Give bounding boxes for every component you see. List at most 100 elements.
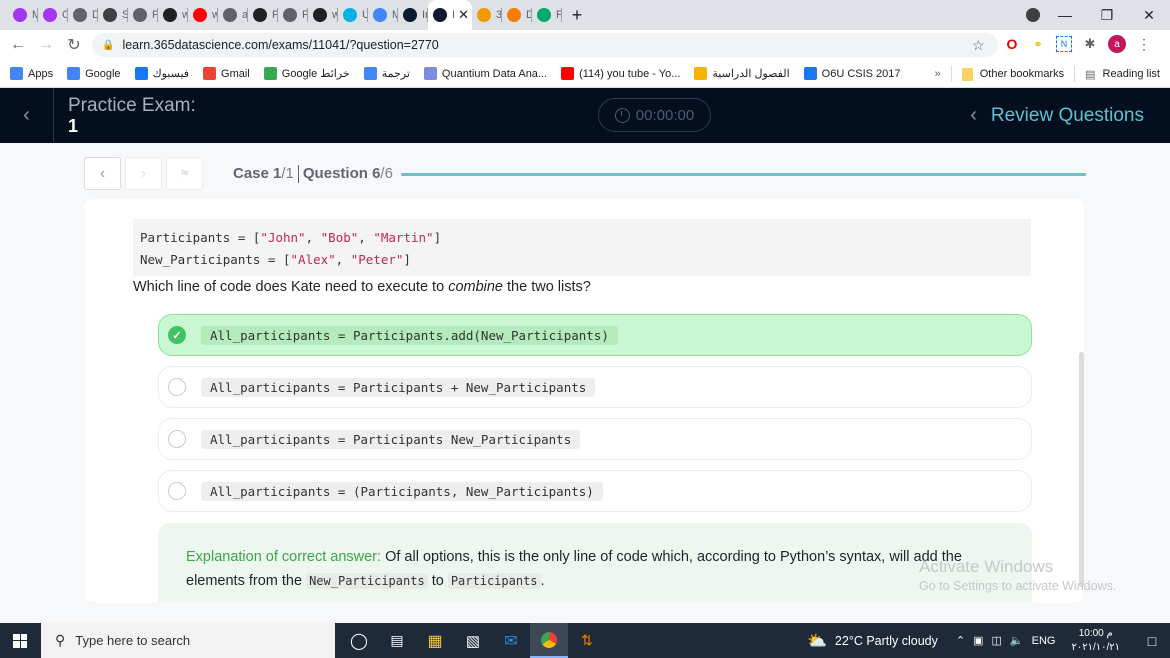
browser-tab[interactable]: Mic <box>368 0 398 30</box>
forward-arrow-icon[interactable]: → <box>32 36 60 54</box>
apps-grid-icon <box>10 67 23 80</box>
content-scrollbar[interactable] <box>1079 352 1084 587</box>
bookmark-star-icon[interactable]: ☆ <box>972 37 985 54</box>
reload-icon[interactable]: ↻ <box>60 35 88 55</box>
bookmark-item[interactable]: فيسبوك <box>134 67 189 80</box>
chevron-up-icon[interactable]: ⌃ <box>956 634 965 647</box>
new-tab-button[interactable]: + <box>562 5 592 26</box>
answer-option[interactable]: ✓ All_participants = Participants.add(New… <box>158 314 1032 356</box>
stopwatch-icon <box>614 107 630 123</box>
bookmark-label: Gmail <box>221 67 250 80</box>
task-view-icon[interactable]: ▤ <box>378 623 416 658</box>
back-chevron-button[interactable]: ‹ <box>0 88 54 143</box>
browser-tab[interactable]: wes <box>158 0 188 30</box>
answer-option[interactable]: All_participants = (Participants, New_Pa… <box>158 470 1032 512</box>
browser-tab[interactable]: Pyth <box>128 0 158 30</box>
back-arrow-icon[interactable]: ← <box>4 36 32 54</box>
restore-icon[interactable]: ❐ <box>1086 7 1128 24</box>
browser-tab[interactable]: Scra <box>98 0 128 30</box>
more-menu-icon[interactable]: ⋮ <box>1136 36 1152 52</box>
browser-tab[interactable]: Pac <box>248 0 278 30</box>
close-window-icon[interactable]: ✕ <box>1128 7 1170 24</box>
battery-icon[interactable]: ▣ <box>973 634 983 647</box>
opera-icon[interactable]: O <box>1004 36 1020 52</box>
mail-icon[interactable]: ✉ <box>492 623 530 658</box>
bookmark-item[interactable]: Gmail <box>203 67 250 80</box>
bookmark-item[interactable]: ترجمة <box>363 67 410 80</box>
flag-question-button[interactable]: ⚑ <box>166 157 203 190</box>
bookmark-item[interactable]: Apps <box>10 67 53 80</box>
code-token: Participants = [ <box>140 230 261 245</box>
question-total: /6 <box>380 165 393 182</box>
browser-tab[interactable]: Pyth <box>278 0 308 30</box>
option-code: All_participants = Participants New_Part… <box>201 429 581 449</box>
explanation-box: Explanation of correct answer: Of all op… <box>158 523 1032 602</box>
clock[interactable]: 10:00 م ٢٠٢١/١٠/٢١ <box>1071 627 1120 655</box>
n-extension-icon[interactable]: N <box>1056 36 1072 52</box>
store-icon[interactable]: ▧ <box>454 623 492 658</box>
youtube-icon <box>561 67 575 80</box>
key-extension-icon[interactable]: ⚭ <box>1030 36 1046 52</box>
exam-progress-bar <box>401 173 1086 176</box>
minimize-icon[interactable]: — <box>1044 7 1086 23</box>
answer-option[interactable]: All_participants = Participants New_Part… <box>158 418 1032 460</box>
browser-tab[interactable]: Des <box>502 0 532 30</box>
browser-tab[interactable]: Pyth <box>532 0 562 30</box>
radio-button[interactable] <box>168 430 186 448</box>
divider <box>950 66 952 82</box>
radio-button[interactable] <box>168 482 186 500</box>
start-button[interactable] <box>0 623 40 658</box>
answer-option[interactable]: All_participants = Participants + New_Pa… <box>158 366 1032 408</box>
bookmark-item[interactable]: الفصول الدراسية <box>694 67 790 80</box>
notification-icon[interactable]: □ <box>1134 633 1170 649</box>
browser-tab[interactable]: Doc <box>68 0 98 30</box>
book-icon <box>477 8 491 22</box>
browser-tab[interactable]: web <box>188 0 218 30</box>
bookmark-label: Quantium Data Ana... <box>441 67 548 80</box>
browser-tab[interactable]: 365 <box>472 0 502 30</box>
cortana-icon[interactable]: ◯ <box>340 623 378 658</box>
bookmark-label: الفصول الدراسية <box>712 68 790 80</box>
desmos-taskbar-icon[interactable]: ⇅ <box>568 623 606 658</box>
reading-list-button[interactable]: Reading list <box>1103 68 1160 80</box>
address-bar[interactable]: 🔒 learn.365datascience.com/exams/11041/?… <box>92 33 998 57</box>
explanation-label: Explanation of correct answer: <box>186 549 382 565</box>
next-question-button[interactable]: › <box>125 157 162 190</box>
code-token: New_Participants = [ <box>140 252 291 267</box>
profile-avatar[interactable]: a <box>1108 35 1126 53</box>
puzzle-extensions-icon[interactable]: ✱ <box>1082 36 1098 52</box>
bookmarks-right: » Other bookmarks ▤ Reading list <box>935 60 1160 88</box>
question-text-part: Which line of code does Kate need to exe… <box>133 279 449 295</box>
github-icon <box>163 8 177 22</box>
bookmark-item[interactable]: Google خرائط <box>263 67 350 80</box>
file-explorer-icon[interactable]: ▦ <box>416 623 454 658</box>
tab-search-icon[interactable] <box>1026 8 1040 22</box>
volume-icon[interactable]: 🔈 <box>1010 634 1024 647</box>
network-icon[interactable]: ◫ <box>992 634 1002 647</box>
desmos-icon <box>507 8 521 22</box>
chrome-icon[interactable] <box>530 623 568 658</box>
review-questions-button[interactable]: ‹ Review Questions <box>970 104 1144 127</box>
taskbar-search-box[interactable]: ⚲ Type here to search <box>41 623 335 658</box>
previous-question-button[interactable]: ‹ <box>84 157 121 190</box>
exam-timer: 00:00:00 <box>598 98 711 132</box>
divider <box>297 165 299 184</box>
more-bookmarks-button[interactable]: » <box>935 68 941 80</box>
close-tab-icon[interactable]: ✕ <box>458 7 469 23</box>
browser-tab[interactable]: Intr <box>398 0 428 30</box>
browser-tab[interactable]: Mo <box>8 0 38 30</box>
browser-tab[interactable]: wes <box>308 0 338 30</box>
bookmark-item[interactable]: Google <box>67 67 121 80</box>
bookmark-item[interactable]: (114) you tube - Yo... <box>561 67 680 80</box>
browser-tab[interactable]: Uda <box>338 0 368 30</box>
radio-button[interactable] <box>168 378 186 396</box>
language-indicator[interactable]: ENG <box>1032 635 1056 647</box>
weather-widget[interactable]: ⛅ 22°C Partly cloudy <box>807 631 938 651</box>
bookmark-item[interactable]: Quantium Data Ana... <box>423 67 548 80</box>
bookmark-list: Apps Google فيسبوك Gmail Google خرائط ترجمة Qu… <box>10 67 915 80</box>
browser-tab[interactable]: I ✕ <box>428 0 472 30</box>
browser-tab[interactable]: Onl <box>38 0 68 30</box>
other-bookmarks-button[interactable]: Other bookmarks <box>980 68 1064 80</box>
bookmark-item[interactable]: O6U CSIS 2017 <box>803 67 901 80</box>
browser-tab[interactable]: app <box>218 0 248 30</box>
